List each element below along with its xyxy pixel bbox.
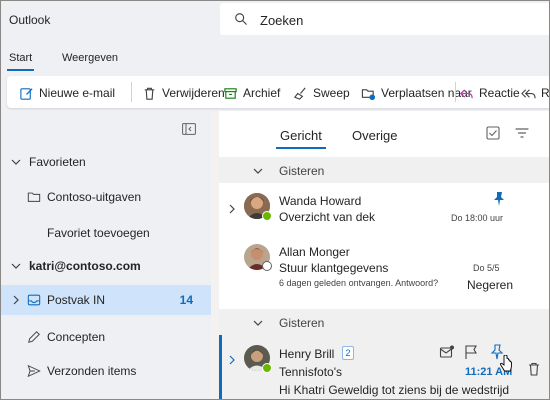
search-box[interactable]: Zoeken <box>220 3 549 35</box>
select-all-checkbox-icon[interactable] <box>485 125 501 141</box>
account-header[interactable]: katri@contoso.com <box>1 251 211 281</box>
tab-start[interactable]: Start <box>6 52 35 71</box>
sweep-button[interactable]: Sweep <box>293 85 350 101</box>
message-subject: Stuur klantgegevens <box>279 261 389 275</box>
group-label: Gisteren <box>279 316 325 330</box>
search-input[interactable]: Zoeken <box>260 13 303 28</box>
filter-icon[interactable] <box>514 125 530 141</box>
favorites-header[interactable]: Favorieten <box>1 147 211 177</box>
chevron-down-icon <box>253 168 263 174</box>
message-subject: Overzicht van dek <box>279 210 376 224</box>
chevron-right-icon[interactable] <box>227 355 237 365</box>
react-label: Reactie <box>479 86 520 100</box>
new-mail-label: Nieuwe e-mail <box>39 86 116 100</box>
message-time: Do 18:00 uur <box>451 213 504 223</box>
group-label: Gisteren <box>279 164 325 178</box>
app-title: Outlook <box>9 13 51 27</box>
trash-icon[interactable] <box>526 361 542 377</box>
message-preview: 6 dagen geleden ontvangen. Antwoord? <box>279 278 439 288</box>
nav-item-label: Concepten <box>47 330 106 344</box>
mouse-cursor-icon <box>500 355 512 372</box>
unread-count-badge: 14 <box>179 293 193 307</box>
nav-item-label: Contoso-uitgaven <box>47 190 142 204</box>
pencil-icon <box>28 331 40 343</box>
new-mail-button[interactable]: Nieuwe e-mail <box>19 85 115 101</box>
tab-focused[interactable]: Gericht <box>276 128 326 149</box>
delete-label: Verwijderen <box>162 86 225 100</box>
delete-button[interactable]: Verwijderen <box>142 85 225 101</box>
ribbon-tabs: Start Weergeven <box>1 41 549 71</box>
reply-icon <box>460 88 473 98</box>
message-list: Gericht Overige Gisteren Wanda Howard Ov… <box>219 111 549 399</box>
nav-item-label: Verzonden items <box>47 364 137 378</box>
trash-icon <box>144 87 155 100</box>
message-time: Do 5/5 <box>473 263 500 273</box>
message-sender: Wanda Howard <box>279 194 362 208</box>
message-preview: Hi Khatri Geweldig tot ziens bij de weds… <box>279 383 510 397</box>
title-bar: Outlook Zoeken <box>1 1 549 41</box>
sweep-label: Sweep <box>313 86 350 100</box>
thread-count-badge: 2 <box>342 346 354 360</box>
search-icon <box>235 13 247 25</box>
presence-offline-icon <box>262 261 272 271</box>
inbox-icon <box>27 294 41 306</box>
collapse-pane-icon[interactable] <box>182 123 196 135</box>
outlook-window: Outlook Zoeken Start Weergeven Nieuwe e-… <box>0 0 550 400</box>
archive-icon <box>224 87 237 99</box>
nav-item-drafts[interactable]: Concepten <box>1 322 211 352</box>
send-icon <box>27 364 41 378</box>
chevron-down-icon <box>11 263 21 269</box>
message-sender: Henry Brill <box>279 347 335 361</box>
chevron-right-icon <box>13 295 19 305</box>
react-button[interactable]: Reactie <box>459 85 520 101</box>
chevron-down-icon <box>11 159 21 165</box>
group-header[interactable]: Gisteren <box>219 309 549 335</box>
compose-icon <box>20 87 33 100</box>
chevron-down-icon <box>253 320 263 326</box>
nav-item-sent[interactable]: Verzonden items <box>1 356 211 386</box>
favorites-label: Favorieten <box>29 155 86 169</box>
reply-all-label: R <box>541 86 550 100</box>
reply-all-icon <box>521 88 536 98</box>
pin-icon[interactable] <box>491 191 507 207</box>
toolbar-divider <box>131 82 132 102</box>
command-bar-surface: Nieuwe e-mail Verwijderen Archief Sweep … <box>7 76 550 108</box>
nav-item-label: Postvak IN <box>47 293 106 307</box>
folder-icon <box>27 192 41 202</box>
tab-view[interactable]: Weergeven <box>62 52 118 64</box>
message-item[interactable]: Henry Brill 2 Tennisfoto's Hi Khatri Gew… <box>219 335 549 399</box>
chevron-right-icon[interactable] <box>227 204 237 214</box>
nav-item-inbox[interactable]: Postvak IN 14 <box>1 285 211 315</box>
message-subject: Tennisfoto's <box>279 365 342 379</box>
presence-available-icon <box>262 211 272 221</box>
presence-available-icon <box>262 363 272 373</box>
tab-other[interactable]: Overige <box>352 128 398 143</box>
toolbar-divider <box>455 82 456 102</box>
archive-button[interactable]: Archief <box>223 85 280 101</box>
add-favorite-link[interactable]: Favoriet toevoegen <box>1 218 211 248</box>
account-label: katri@contoso.com <box>29 259 141 273</box>
ignore-button[interactable]: Negeren <box>467 278 513 292</box>
folder-pane: Favorieten Contoso-uitgaven Favoriet toe… <box>1 111 211 399</box>
message-item[interactable]: Wanda Howard Overzicht van dek Do 18:00 … <box>219 183 549 235</box>
reply-all-button[interactable]: R <box>521 85 550 101</box>
nav-item-contoso-expenses[interactable]: Contoso-uitgaven <box>1 182 211 212</box>
broom-icon <box>293 87 306 100</box>
group-header[interactable]: Gisteren <box>219 157 549 183</box>
message-list-header: Gericht Overige <box>219 111 549 155</box>
command-bar: Nieuwe e-mail Verwijderen Archief Sweep … <box>1 71 550 111</box>
mark-unread-icon[interactable] <box>439 344 455 360</box>
flag-icon[interactable] <box>463 344 479 360</box>
add-favorite-label: Favoriet toevoegen <box>47 226 150 240</box>
message-sender: Allan Monger <box>279 245 350 259</box>
archive-label: Archief <box>243 86 281 100</box>
message-item[interactable]: Allan Monger Stuur klantgegevens Do 5/5 … <box>219 235 549 297</box>
folder-move-icon <box>361 88 376 100</box>
